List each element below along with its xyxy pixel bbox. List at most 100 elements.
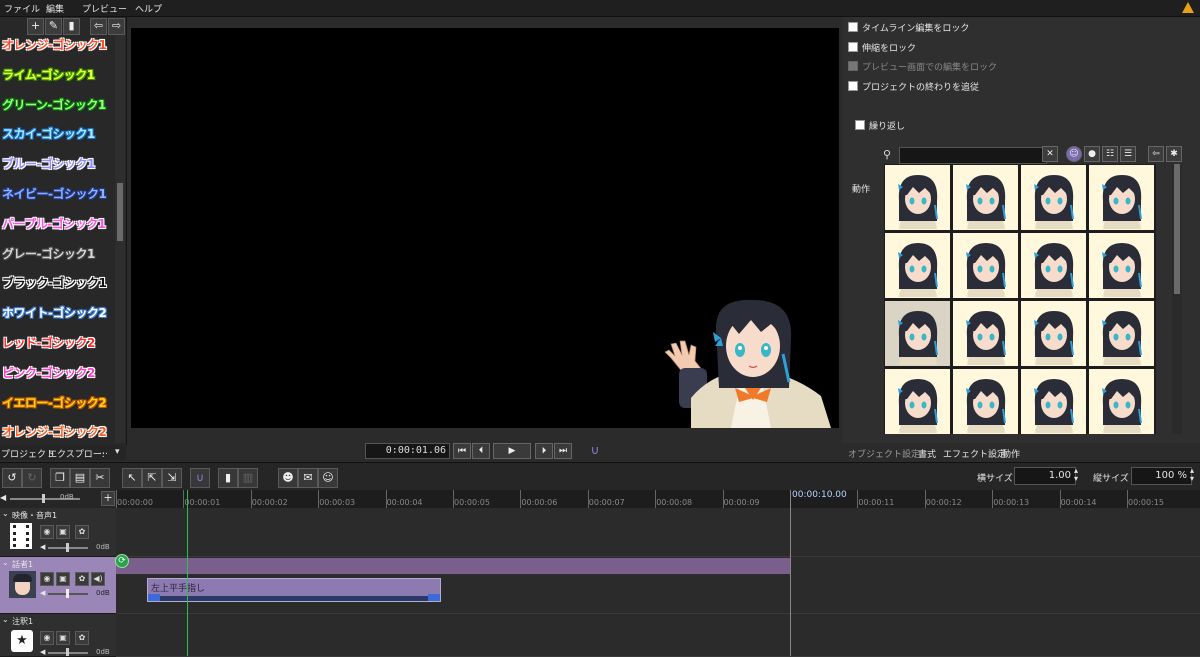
select-icon[interactable]: ↖ — [122, 468, 142, 488]
preset-item[interactable]: ネイビー-ゴシック1 — [2, 181, 112, 207]
preset-item[interactable]: ブルー-ゴシック1 — [2, 151, 112, 177]
tab-format[interactable]: 書式 — [918, 447, 936, 460]
clear-icon[interactable]: ✕ — [1042, 146, 1058, 162]
slider-handle[interactable] — [66, 543, 69, 552]
tab-menu-icon[interactable]: ▾ — [115, 447, 120, 457]
list-detail-icon[interactable]: ☷ — [1102, 146, 1118, 162]
tab-object-settings[interactable]: オブジェクト設定 — [848, 447, 920, 460]
slider-handle[interactable] — [66, 589, 69, 598]
lock-stretch-checkbox[interactable] — [848, 42, 858, 52]
collapse-icon[interactable]: ⌄ — [2, 615, 9, 624]
motion-thumbnail[interactable] — [885, 301, 950, 366]
eye-icon[interactable]: ◉ — [40, 572, 54, 586]
motion-thumbnail[interactable] — [953, 369, 1018, 434]
scrollbar-thumb[interactable] — [117, 183, 123, 241]
menu-help[interactable]: ヘルプ — [135, 2, 162, 15]
next-frame-icon[interactable]: ⏵ — [535, 443, 553, 459]
motion-clip[interactable]: 左上平手指し — [147, 578, 441, 602]
gear-icon[interactable]: ✿ — [75, 572, 89, 586]
face-icon[interactable]: ☺ — [1066, 146, 1082, 162]
motion-thumbnail[interactable] — [953, 165, 1018, 230]
playhead[interactable] — [187, 490, 188, 656]
motion-thumbnail[interactable] — [1021, 233, 1086, 298]
menu-edit[interactable]: 編集 — [46, 2, 64, 15]
horizontal-size-input[interactable]: 1.00 — [1014, 467, 1076, 485]
tab-project[interactable]: プロジェクト — [1, 447, 55, 460]
add-annotation-icon[interactable]: ✉ — [298, 468, 318, 488]
slider-handle[interactable] — [42, 494, 45, 503]
gear-icon[interactable]: ✿ — [75, 525, 89, 539]
preset-item[interactable]: グレー-ゴシック1 — [2, 241, 112, 267]
list-icon[interactable]: ☰ — [1120, 146, 1136, 162]
lock-icon[interactable]: ▣ — [56, 525, 70, 539]
magnet-snap-icon[interactable]: ∪ — [190, 468, 210, 488]
preset-item[interactable]: グリーン-ゴシック1 — [2, 92, 112, 118]
slider-handle[interactable] — [66, 648, 69, 656]
preset-item[interactable]: ホワイト-ゴシック2 — [2, 300, 112, 326]
motion-thumbnail[interactable] — [953, 233, 1018, 298]
motion-thumbnail[interactable] — [1021, 165, 1086, 230]
lock-icon[interactable]: ▣ — [56, 631, 70, 645]
play-icon[interactable]: ▶ — [493, 443, 531, 459]
speaker-icon[interactable]: ◀) — [91, 572, 105, 586]
tab-motion[interactable]: 動作 — [1002, 447, 1020, 460]
track-body-video[interactable] — [116, 508, 1200, 557]
dot-icon[interactable]: ● — [1084, 146, 1100, 162]
tab-more[interactable]: … — [99, 447, 108, 457]
tab-explorer[interactable]: エクスプロー: — [48, 447, 105, 460]
motion-thumbnail[interactable] — [1089, 165, 1154, 230]
time-display[interactable]: 0:00:01.06 — [365, 443, 450, 459]
delete-icon[interactable]: ▮ — [218, 468, 238, 488]
back-icon[interactable]: ⇦ — [1148, 146, 1164, 162]
motion-thumbnail[interactable] — [885, 233, 950, 298]
preset-item[interactable]: レッド-ゴシック2 — [2, 330, 112, 356]
repeat-checkbox[interactable] — [855, 120, 865, 130]
add-track-icon[interactable]: + — [101, 491, 115, 506]
add-face-icon[interactable]: ☺ — [318, 468, 338, 488]
select-range-icon[interactable]: ⇱ — [142, 468, 162, 488]
select-all-icon[interactable]: ⇲ — [162, 468, 182, 488]
collapse-icon[interactable]: ⌄ — [2, 509, 9, 518]
motion-grid-scrollbar[interactable] — [1172, 164, 1182, 434]
motion-thumbnail[interactable] — [1089, 233, 1154, 298]
motion-thumbnail[interactable] — [885, 369, 950, 434]
motion-thumbnail[interactable] — [1089, 369, 1154, 434]
preset-item[interactable]: オレンジ-ゴシック1 — [2, 32, 112, 58]
track-header-annotation[interactable]: ⌄ 注釈1 ★ ◉ ▣ ✿ ◀ 0dB — [0, 614, 116, 657]
lock-timeline-checkbox[interactable] — [848, 22, 858, 32]
scrollbar-thumb[interactable] — [1174, 164, 1180, 294]
menu-preview[interactable]: プレビュー — [82, 2, 127, 15]
preset-item[interactable]: パープル-ゴシック1 — [2, 211, 112, 237]
motion-thumbnail[interactable] — [1089, 301, 1154, 366]
eye-icon[interactable]: ◉ — [40, 631, 54, 645]
clip-handle-right[interactable] — [428, 594, 440, 601]
preset-item[interactable]: スカイ-ゴシック1 — [2, 121, 112, 147]
follow-end-checkbox[interactable] — [848, 81, 858, 91]
clip-handle-left[interactable] — [148, 594, 160, 601]
vertical-size-stepper[interactable]: ▴ ▾ — [1190, 467, 1194, 483]
skip-end-icon[interactable]: ⏭ — [554, 443, 572, 459]
track-header-speaker[interactable]: ⌄ 話者1 ◉ ▣ ✿ ◀) ◀ 0dB — [0, 557, 116, 614]
speaker-range-bar[interactable] — [116, 558, 790, 574]
track-body-annotation[interactable] — [116, 614, 1200, 657]
preset-scrollbar[interactable] — [115, 35, 125, 443]
tab-effect-settings[interactable]: エフェクト設定 — [943, 447, 1006, 460]
lock-icon[interactable]: ▣ — [56, 572, 70, 586]
skip-start-icon[interactable]: ⏮ — [453, 443, 471, 459]
motion-thumbnail[interactable] — [885, 165, 950, 230]
track-body-speaker[interactable]: 左上平手指し — [116, 557, 1200, 614]
eye-icon[interactable]: ◉ — [40, 525, 54, 539]
speaker-start-marker-icon[interactable]: ⟳ — [115, 554, 129, 568]
menu-file[interactable]: ファイル — [4, 2, 40, 15]
collapse-icon[interactable]: ⌄ — [2, 558, 9, 567]
cut-icon[interactable]: ✂ — [90, 468, 110, 488]
preset-item[interactable]: オレンジ-ゴシック2 — [2, 419, 112, 445]
wrench-icon[interactable]: ✱ — [1166, 146, 1182, 162]
track-header-video[interactable]: ⌄ 映像・音声1 ◉ ▣ ✿ ◀ 0dB — [0, 508, 116, 557]
motion-search-input[interactable] — [899, 147, 1047, 164]
preset-item[interactable]: ブラック-ゴシック1 — [2, 270, 112, 296]
preset-item[interactable]: ライム-ゴシック1 — [2, 62, 112, 88]
motion-thumbnail[interactable] — [1021, 369, 1086, 434]
horizontal-size-stepper[interactable]: ▴ ▾ — [1074, 467, 1078, 483]
vertical-size-input[interactable]: 100 % — [1131, 467, 1192, 485]
